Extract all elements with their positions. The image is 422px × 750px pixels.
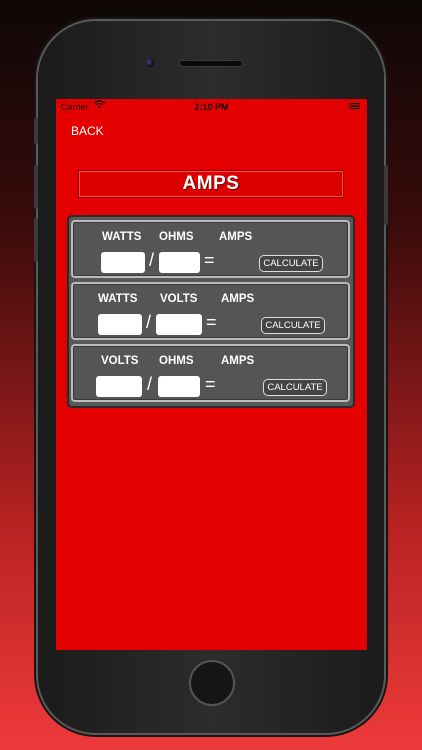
row-label-result: AMPS bbox=[221, 293, 255, 305]
equals-sign: = bbox=[205, 374, 216, 394]
clock: 2:10 PM bbox=[194, 102, 229, 112]
page-title: AMPS bbox=[182, 173, 240, 194]
equals-sign: = bbox=[204, 250, 215, 270]
row-label-1: WATTS bbox=[98, 293, 138, 305]
row-label-2: VOLTS bbox=[160, 293, 198, 305]
row-label-1: WATTS bbox=[102, 231, 142, 243]
earpiece-speaker bbox=[180, 61, 242, 66]
battery-icon bbox=[349, 103, 360, 109]
row-label-1: VOLTS bbox=[101, 355, 139, 367]
ohms-input[interactable] bbox=[158, 376, 200, 397]
watts-input[interactable] bbox=[98, 314, 142, 335]
volume-up-button bbox=[34, 165, 38, 209]
volts-input[interactable] bbox=[96, 376, 142, 397]
row-label-2: OHMS bbox=[159, 355, 194, 367]
calc-row-watts-volts: WATTS VOLTS AMPS / = CALCULATE bbox=[71, 282, 350, 340]
power-button bbox=[384, 165, 388, 225]
status-bar: Carrier 2:10 PM bbox=[56, 99, 367, 115]
calculate-button[interactable]: CALCULATE bbox=[263, 379, 327, 396]
mute-switch bbox=[34, 118, 38, 144]
front-camera bbox=[146, 59, 154, 67]
divide-sign: / bbox=[146, 312, 152, 332]
back-button[interactable]: BACK bbox=[71, 124, 104, 138]
row-label-result: AMPS bbox=[221, 355, 255, 367]
calc-row-watts-ohms: WATTS OHMS AMPS / = CALCULATE bbox=[71, 220, 350, 278]
app-screen: Carrier 2:10 PM BACK AMPS WATTS OHMS AMP… bbox=[56, 99, 367, 650]
calculate-button[interactable]: CALCULATE bbox=[261, 317, 325, 334]
watts-input[interactable] bbox=[101, 252, 145, 273]
volts-input[interactable] bbox=[156, 314, 202, 335]
divide-sign: / bbox=[149, 250, 155, 270]
calc-row-volts-ohms: VOLTS OHMS AMPS / = CALCULATE bbox=[71, 344, 350, 402]
volume-down-button bbox=[34, 218, 38, 262]
calculate-button[interactable]: CALCULATE bbox=[259, 255, 323, 272]
equals-sign: = bbox=[206, 312, 217, 332]
ohms-input[interactable] bbox=[159, 252, 200, 273]
row-label-result: AMPS bbox=[219, 231, 253, 243]
home-button[interactable] bbox=[189, 660, 235, 706]
divide-sign: / bbox=[147, 374, 153, 394]
row-label-2: OHMS bbox=[159, 231, 194, 243]
title-banner: AMPS bbox=[78, 170, 344, 198]
